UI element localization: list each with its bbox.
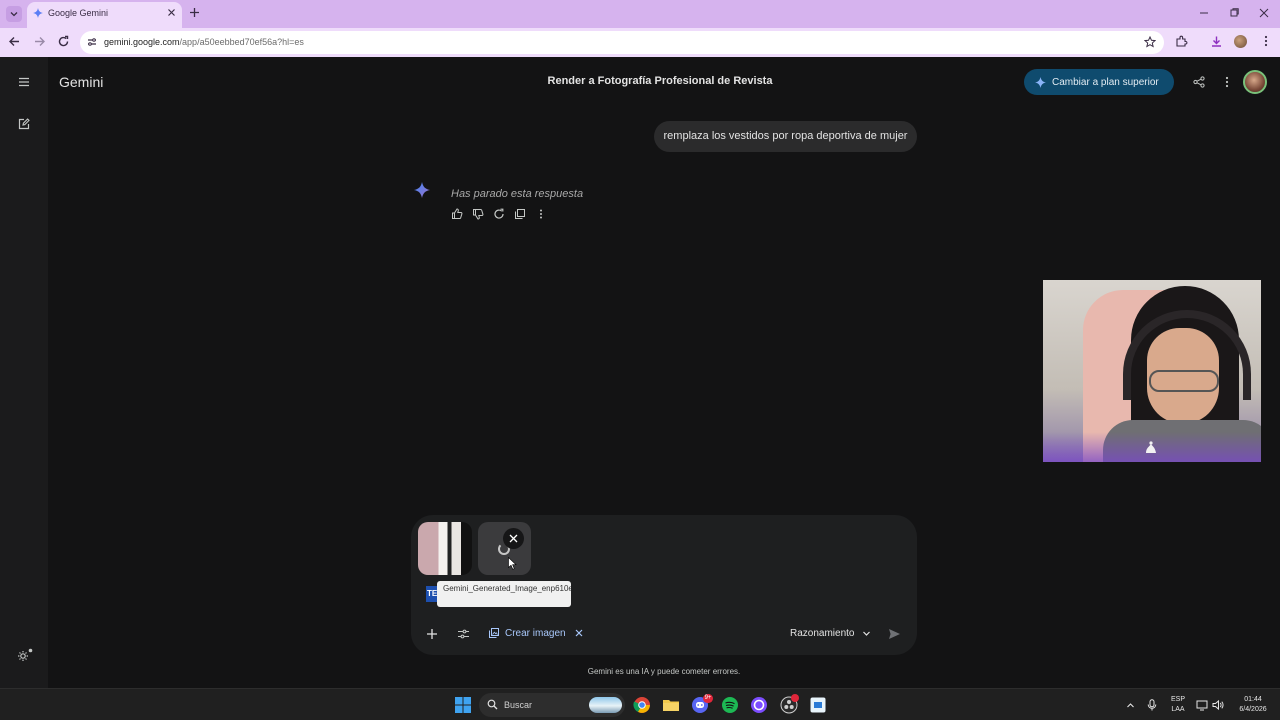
- tab-close-icon[interactable]: [167, 8, 176, 17]
- chrome-icon[interactable]: [633, 696, 651, 714]
- microphone-icon[interactable]: [1147, 699, 1157, 711]
- upgrade-plan-button[interactable]: Cambiar a plan superior: [1024, 69, 1174, 95]
- file-explorer-icon[interactable]: [662, 696, 680, 714]
- regenerate-icon[interactable]: [493, 208, 505, 220]
- filename-tooltip: Gemini_Generated_Image_enp610enp610enp6.…: [437, 581, 571, 607]
- ai-disclaimer: Gemini es una IA y puede cometer errores…: [587, 667, 741, 676]
- mode-label: Razonamiento: [790, 628, 855, 639]
- discord-badge: 9+: [703, 694, 713, 703]
- gemini-favicon-icon: [33, 8, 43, 18]
- chevron-down-icon: [10, 10, 18, 18]
- clock[interactable]: 01:44 6/4/2026: [1230, 695, 1276, 715]
- image-icon: [488, 627, 500, 639]
- prompt-composer: TE Gemini_Generated_Image_enp610enp610en…: [411, 515, 917, 655]
- chip-close-icon[interactable]: [575, 629, 583, 637]
- thumbs-up-icon[interactable]: [451, 208, 463, 220]
- bookmark-star-icon[interactable]: [1144, 36, 1156, 48]
- search-highlight-image: [589, 697, 622, 713]
- url-text: gemini.google.com/app/a50eebbed70ef56a?h…: [104, 37, 304, 47]
- uploading-image-thumbnail[interactable]: [478, 522, 531, 575]
- streamer-logo-icon: [1143, 440, 1159, 456]
- user-message-bubble: remplaza los vestidos por ropa deportiva…: [654, 121, 917, 152]
- minimize-icon[interactable]: [1198, 7, 1210, 19]
- thumbs-down-icon[interactable]: [472, 208, 484, 220]
- attached-image-thumbnail[interactable]: [418, 522, 472, 575]
- account-avatar[interactable]: [1243, 70, 1267, 94]
- clock-date: 6/4/2026: [1239, 706, 1267, 713]
- notification-dot: [791, 694, 799, 702]
- new-tab-icon[interactable]: [189, 7, 200, 18]
- language-top: ESP: [1170, 696, 1185, 703]
- copy-icon[interactable]: [514, 208, 526, 220]
- app-square-icon[interactable]: [809, 696, 827, 714]
- spotify-icon[interactable]: [721, 696, 739, 714]
- extensions-icon[interactable]: [1175, 35, 1188, 48]
- windows-start-icon[interactable]: [454, 696, 472, 714]
- side-navigation: [0, 57, 48, 688]
- taskbar-search-label: Buscar: [504, 700, 533, 710]
- volume-icon[interactable]: [1212, 699, 1224, 711]
- close-icon: [509, 534, 518, 543]
- site-info-icon[interactable]: [86, 36, 98, 48]
- back-arrow-icon[interactable]: [8, 35, 21, 48]
- search-icon: [487, 699, 498, 710]
- response-stopped-text: Has parado esta respuesta: [451, 188, 584, 200]
- remove-attachment-button[interactable]: [503, 528, 524, 549]
- windows-taskbar: Buscar 9+ ESP LAA 01:44 6/4/2026: [0, 688, 1280, 720]
- url-host: gemini.google.com: [104, 37, 180, 47]
- restore-icon[interactable]: [1228, 7, 1240, 19]
- taskbar-search[interactable]: Buscar: [479, 693, 625, 717]
- profile-avatar-icon[interactable]: [1234, 35, 1247, 48]
- downloads-icon[interactable]: [1210, 35, 1223, 48]
- add-attachment-icon[interactable]: [426, 628, 438, 640]
- tray-chevron-up-icon[interactable]: [1126, 701, 1135, 710]
- sparkle-icon: [1035, 76, 1046, 88]
- browser-tab-strip: Google Gemini: [0, 0, 1280, 28]
- send-icon[interactable]: [888, 628, 901, 640]
- language-bottom: LAA: [1171, 706, 1185, 713]
- gemini-app: Gemini Render a Fotografía Profesional d…: [0, 57, 1280, 688]
- more-vert-icon[interactable]: [535, 208, 547, 220]
- app-circle-icon[interactable]: [750, 696, 768, 714]
- clock-time: 01:44: [1244, 696, 1262, 703]
- share-icon[interactable]: [1193, 76, 1205, 88]
- forward-arrow-icon[interactable]: [33, 35, 46, 48]
- browser-tab[interactable]: Google Gemini: [27, 2, 182, 28]
- settings-gear-icon[interactable]: [17, 648, 33, 662]
- new-chat-icon[interactable]: [18, 118, 30, 130]
- webcam-overlay: [1043, 280, 1261, 462]
- chevron-down-icon: [862, 629, 871, 638]
- reload-icon[interactable]: [57, 35, 70, 48]
- create-image-label: Crear imagen: [505, 627, 566, 639]
- mouse-cursor-icon: [508, 557, 517, 570]
- address-bar[interactable]: gemini.google.com/app/a50eebbed70ef56a?h…: [80, 31, 1164, 54]
- response-actions: [451, 208, 547, 220]
- url-path: /app/a50eebbed70ef56a?hl=es: [179, 37, 304, 47]
- language-indicator[interactable]: ESP LAA: [1167, 695, 1189, 715]
- browser-toolbar: gemini.google.com/app/a50eebbed70ef56a?h…: [0, 28, 1280, 57]
- mode-selector[interactable]: Razonamiento: [790, 628, 871, 639]
- tab-title: Google Gemini: [48, 8, 109, 18]
- network-icon[interactable]: [1196, 699, 1208, 711]
- gemini-sparkle-icon: [414, 182, 430, 198]
- window-close-icon[interactable]: [1258, 7, 1270, 19]
- webcam-glasses: [1149, 370, 1219, 392]
- upgrade-plan-label: Cambiar a plan superior: [1052, 76, 1159, 88]
- create-image-chip[interactable]: Crear imagen: [488, 627, 583, 639]
- more-options-icon[interactable]: [1221, 76, 1233, 88]
- tools-icon[interactable]: [457, 628, 470, 640]
- tab-search-button[interactable]: [6, 6, 22, 22]
- browser-menu-icon[interactable]: [1260, 35, 1272, 47]
